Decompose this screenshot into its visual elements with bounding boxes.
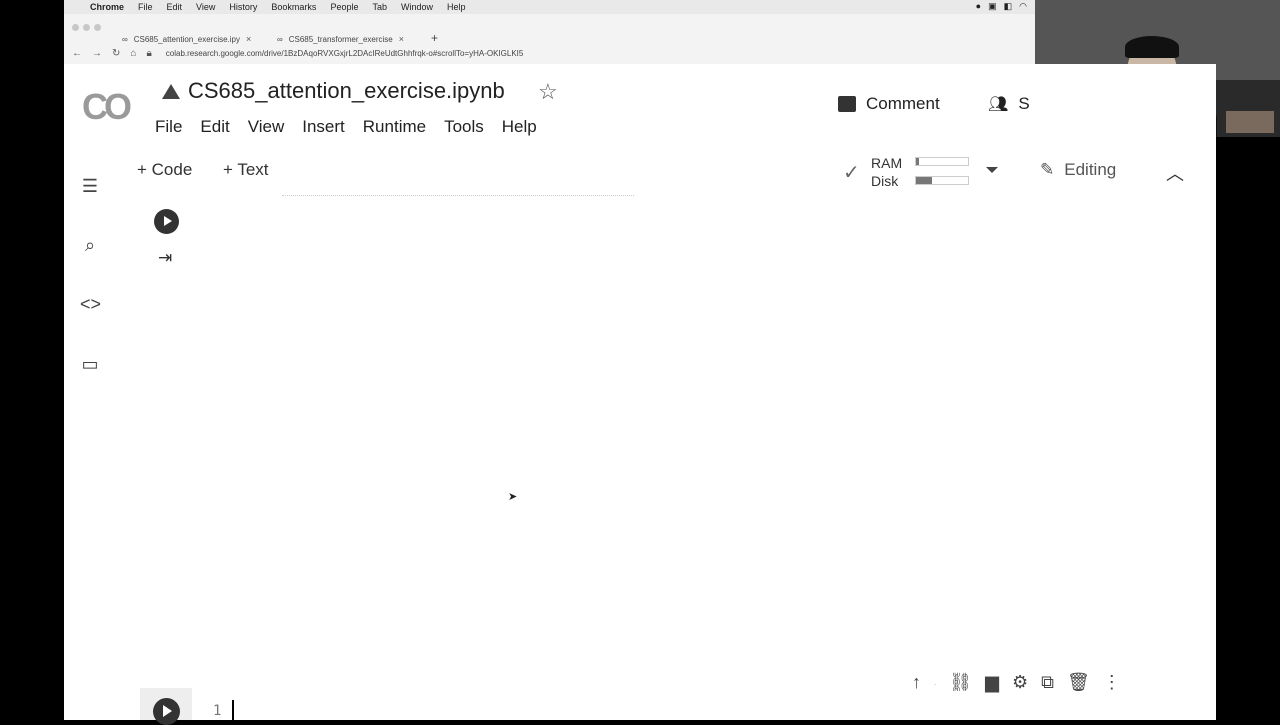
mirror-cell-icon[interactable]: ⧉ xyxy=(1041,672,1054,693)
resources-labels[interactable]: RAM Disk xyxy=(871,154,902,190)
comment-cell-icon[interactable]: ▆ xyxy=(985,672,999,693)
cell-toolbar: ↑ . ⛓ ▆ ⚙ ⧉ 🗑︎ ⋮ xyxy=(912,672,1121,693)
code-snippets-icon[interactable]: <> xyxy=(80,294,101,315)
star-icon[interactable]: ☆ xyxy=(538,79,558,105)
menubar-file[interactable]: File xyxy=(138,2,153,12)
ram-usage-bar xyxy=(915,157,969,166)
menubar-bookmarks[interactable]: Bookmarks xyxy=(271,2,316,12)
folder-icon[interactable]: ▭ xyxy=(80,354,100,375)
disk-usage-fill xyxy=(916,177,932,184)
add-code-button[interactable]: + Code xyxy=(137,160,192,180)
menubar-tab[interactable]: Tab xyxy=(372,2,387,12)
output-icon[interactable]: ⇥ xyxy=(158,248,172,268)
status-icon[interactable]: ● xyxy=(976,1,981,12)
address-bar[interactable]: colab.research.google.com/drive/1BzDAqoR… xyxy=(166,49,524,58)
search-icon[interactable]: ⌕ xyxy=(80,235,100,256)
close-window-icon[interactable] xyxy=(72,24,79,31)
pencil-icon: ✎ xyxy=(1040,160,1055,179)
table-of-contents-icon[interactable]: ☰ xyxy=(80,176,100,197)
settings-gear-icon[interactable]: ⚙ xyxy=(1012,672,1028,693)
menubar-status-icons: ● ▣ ◧ ◠ xyxy=(976,1,1027,12)
webcam-person-hair xyxy=(1125,36,1179,58)
back-icon[interactable]: ← xyxy=(72,48,82,59)
resources-dropdown-icon[interactable] xyxy=(986,167,998,173)
colab-logo[interactable]: CO xyxy=(82,86,132,128)
mac-menu-bar: Chrome File Edit View History Bookmarks … xyxy=(64,0,1035,14)
menu-help[interactable]: Help xyxy=(502,117,537,137)
wifi-icon[interactable]: ◠ xyxy=(1019,1,1027,12)
tab-label: CS685_transformer_exercise xyxy=(288,34,393,44)
disk-label: Disk xyxy=(871,173,899,189)
webcam-shelf xyxy=(1226,111,1274,133)
add-text-button[interactable]: + Text xyxy=(223,160,269,180)
menu-edit[interactable]: Edit xyxy=(200,117,229,137)
colab-favicon-icon: ∞ xyxy=(122,34,128,44)
share-label: S xyxy=(1018,94,1030,113)
line-number: 1 xyxy=(213,703,222,719)
menubar-help[interactable]: Help xyxy=(447,2,466,12)
comment-icon xyxy=(838,96,856,112)
editing-mode-button[interactable]: ✎ Editing xyxy=(1040,160,1116,180)
zoom-window-icon[interactable] xyxy=(94,24,101,31)
menubar-view[interactable]: View xyxy=(196,2,215,12)
google-drive-icon[interactable] xyxy=(162,84,180,99)
ram-label: RAM xyxy=(871,155,903,171)
menu-file[interactable]: File xyxy=(155,117,182,137)
minimize-window-icon[interactable] xyxy=(83,24,90,31)
more-options-icon[interactable]: ⋮ xyxy=(1103,672,1121,693)
move-up-icon[interactable]: ↑ xyxy=(912,672,921,693)
run-cell-button[interactable] xyxy=(154,209,179,234)
reload-icon[interactable]: ↻ xyxy=(112,48,120,59)
browser-tab[interactable]: ∞ CS685_transformer_exercise × xyxy=(277,31,404,47)
left-black-border xyxy=(0,0,64,720)
menubar-window[interactable]: Window xyxy=(401,2,433,12)
colab-menu: File Edit View Insert Runtime Tools Help xyxy=(155,117,555,137)
text-caret xyxy=(232,700,234,720)
browser-tab-active[interactable]: ∞ CS685_attention_exercise.ipy × xyxy=(122,31,251,47)
menubar-people[interactable]: People xyxy=(330,2,358,12)
mouse-pointer-icon: ➤ xyxy=(508,491,518,503)
run-cell-button[interactable] xyxy=(153,698,180,725)
menubar-edit[interactable]: Edit xyxy=(167,2,183,12)
menu-runtime[interactable]: Runtime xyxy=(363,117,426,137)
colab-favicon-icon: ∞ xyxy=(277,34,283,44)
delete-icon[interactable]: 🗑︎ xyxy=(1067,672,1090,693)
comment-button[interactable]: Comment xyxy=(838,94,940,114)
comment-label: Comment xyxy=(866,94,940,113)
menubar-history[interactable]: History xyxy=(229,2,257,12)
lock-icon: 🔒︎ xyxy=(146,48,152,59)
collapse-header-icon[interactable]: ︿ xyxy=(1166,160,1184,186)
menubar-app[interactable]: Chrome xyxy=(90,2,124,12)
toolbar-divider xyxy=(282,195,634,196)
menu-tools[interactable]: Tools xyxy=(444,117,484,137)
right-black-border xyxy=(1216,137,1280,720)
navigation-row: ← → ↻ ⌂ 🔒︎ colab.research.google.com/dri… xyxy=(72,48,523,59)
status-icon[interactable]: ▣ xyxy=(988,1,997,12)
menu-insert[interactable]: Insert xyxy=(302,117,345,137)
home-icon[interactable]: ⌂ xyxy=(130,48,136,59)
disk-usage-bar xyxy=(915,176,969,185)
share-button[interactable]: 👥︎ S xyxy=(988,94,1030,114)
tab-label: CS685_attention_exercise.ipy xyxy=(133,34,240,44)
new-tab-icon[interactable]: + xyxy=(431,31,438,45)
move-down-icon[interactable]: . xyxy=(934,678,936,687)
close-tab-icon[interactable]: × xyxy=(246,34,251,44)
ram-usage-fill xyxy=(916,158,919,165)
close-tab-icon[interactable]: × xyxy=(399,34,404,44)
notebook-title[interactable]: CS685_attention_exercise.ipynb xyxy=(188,78,505,104)
link-icon[interactable]: ⛓ xyxy=(949,672,972,693)
browser-chrome: ∞ CS685_attention_exercise.ipy × ∞ CS685… xyxy=(64,14,1035,65)
people-icon: 👥︎ xyxy=(988,96,1009,113)
forward-icon[interactable]: → xyxy=(92,48,102,59)
connected-check-icon: ✓ xyxy=(843,162,860,184)
status-icon[interactable]: ◧ xyxy=(1004,1,1013,12)
editing-label: Editing xyxy=(1064,160,1117,179)
menu-view[interactable]: View xyxy=(248,117,285,137)
